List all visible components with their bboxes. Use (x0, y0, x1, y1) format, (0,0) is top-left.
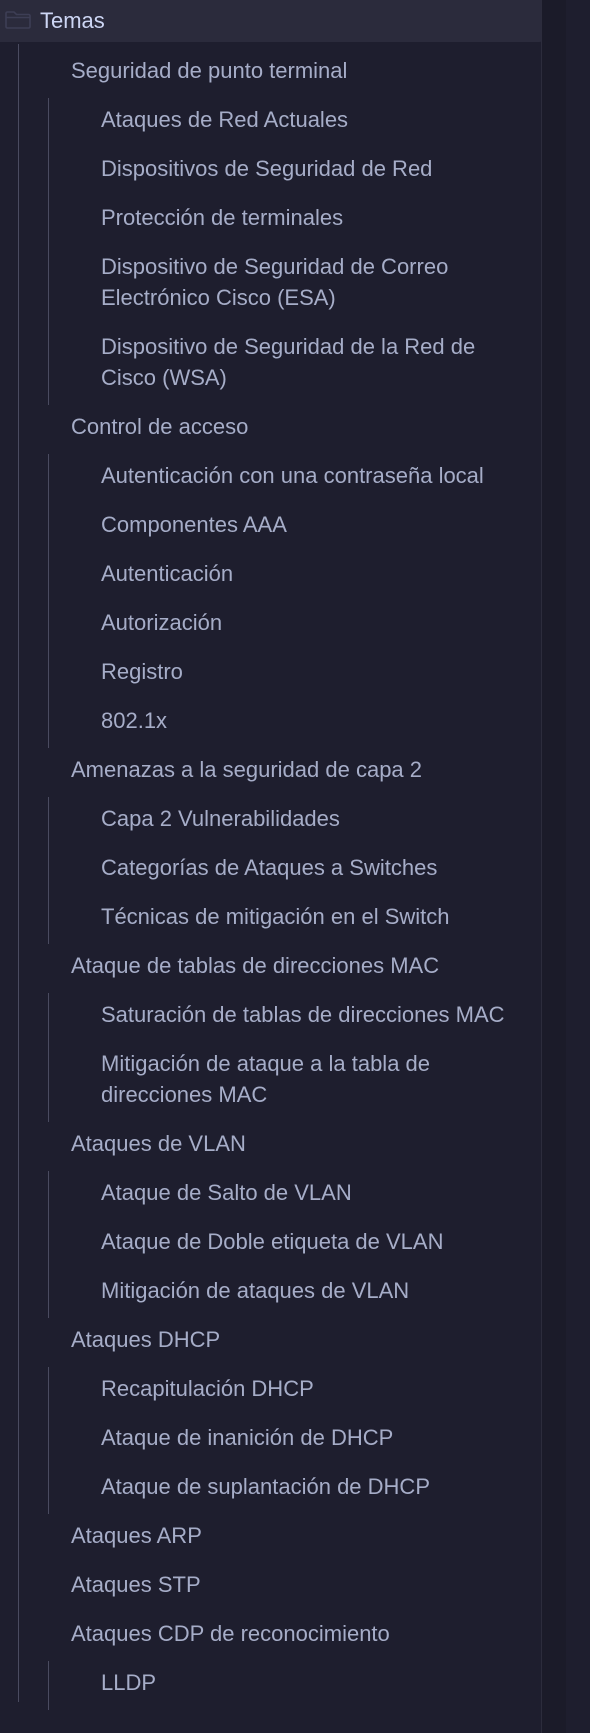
tree-children: Autenticación con una contraseña local Co… (0, 454, 545, 748)
tree-item-section[interactable]: Amenazas a la seguridad de capa 2 (0, 748, 545, 797)
tree-item-topic[interactable]: Técnicas de mitigación en el Switch (0, 895, 545, 944)
tree-item-topic[interactable]: Categorías de Ataques a Switches (0, 846, 545, 895)
tree-section: Amenazas a la seguridad de capa 2 Capa 2 … (0, 748, 545, 944)
folder-icon (4, 10, 32, 30)
tree-item-topic[interactable]: Ataque de suplantación de DHCP (0, 1465, 545, 1514)
tree-children: Ataque de Salto de VLAN Ataque de Doble e… (0, 1171, 545, 1318)
tree-section: Seguridad de punto terminal Ataques de Re… (0, 49, 545, 405)
tree-item-topic[interactable]: Recapitulación DHCP (0, 1367, 545, 1416)
tree-item-topic[interactable]: Mitigación de ataque a la tabla de direc… (0, 1042, 545, 1122)
tree-item-section[interactable]: Ataques CDP de reconocimiento (0, 1612, 545, 1661)
tree-item-topic[interactable]: 802.1x (0, 699, 545, 748)
tree-section: Ataques CDP de reconocimiento LLDP (0, 1612, 545, 1710)
tree-item-topic[interactable]: Autenticación con una contraseña local (0, 454, 545, 503)
tree-item-topic[interactable]: LLDP (0, 1661, 545, 1710)
tree-body: Seguridad de punto terminal Ataques de Re… (0, 49, 545, 1710)
tree-section: Control de acceso Autenticación con una c… (0, 405, 545, 748)
tree-item-topic[interactable]: Dispositivo de Seguridad de Correo Elect… (0, 245, 545, 325)
tree-item-topic[interactable]: Ataque de Doble etiqueta de VLAN (0, 1220, 545, 1269)
tree-item-section[interactable]: Ataques de VLAN (0, 1122, 545, 1171)
tree-item-topic[interactable]: Registro (0, 650, 545, 699)
tree-item-topic[interactable]: Saturación de tablas de direcciones MAC (0, 993, 545, 1042)
scrollbar-track[interactable] (541, 0, 566, 1733)
tree-item-topic[interactable]: Ataque de inanición de DHCP (0, 1416, 545, 1465)
tree-item-topic[interactable]: Autenticación (0, 552, 545, 601)
tree-section: Ataques de VLAN Ataque de Salto de VLAN At… (0, 1122, 545, 1318)
tree-children: LLDP (0, 1661, 545, 1710)
tree-section: Ataques DHCP Recapitulación DHCP Ataque de… (0, 1318, 545, 1514)
tree-item-topic[interactable]: Mitigación de ataques de VLAN (0, 1269, 545, 1318)
outline-panel: Temas Seguridad de punto terminal Ataques… (0, 0, 566, 1733)
tree-item-topic[interactable]: Capa 2 Vulnerabilidades (0, 797, 545, 846)
tree-item-topic[interactable]: Componentes AAA (0, 503, 545, 552)
tree-item-section[interactable]: Ataque de tablas de direcciones MAC (0, 944, 545, 993)
tree-item-section[interactable]: Ataques ARP (0, 1514, 545, 1563)
tree-children: Capa 2 Vulnerabilidades Categorías de Ata… (0, 797, 545, 944)
tree-item-topic[interactable]: Dispositivo de Seguridad de la Red de Ci… (0, 325, 545, 405)
tree-item-topic[interactable]: Ataque de Salto de VLAN (0, 1171, 545, 1220)
tree-item-section[interactable]: Ataques STP (0, 1563, 545, 1612)
tree-children: Ataques de Red Actuales Dispositivos de S… (0, 98, 545, 405)
tree-item-topic[interactable]: Autorización (0, 601, 545, 650)
tree-item-section[interactable]: Control de acceso (0, 405, 545, 454)
tree-section: Ataques ARP (0, 1514, 545, 1563)
tree-root-temas[interactable]: Temas (0, 0, 545, 42)
tree-item-section[interactable]: Seguridad de punto terminal (0, 49, 545, 98)
tree-item-topic[interactable]: Protección de terminales (0, 196, 545, 245)
tree-root-label: Temas (40, 8, 105, 33)
tree-children: Recapitulación DHCP Ataque de inanición d… (0, 1367, 545, 1514)
tree-item-section[interactable]: Ataques DHCP (0, 1318, 545, 1367)
tree-children: Saturación de tablas de direcciones MAC M… (0, 993, 545, 1122)
tree-item-topic[interactable]: Ataques de Red Actuales (0, 98, 545, 147)
tree-section: Ataque de tablas de direcciones MAC Satur… (0, 944, 545, 1122)
tree-section: Ataques STP (0, 1563, 545, 1612)
tree-item-topic[interactable]: Dispositivos de Seguridad de Red (0, 147, 545, 196)
